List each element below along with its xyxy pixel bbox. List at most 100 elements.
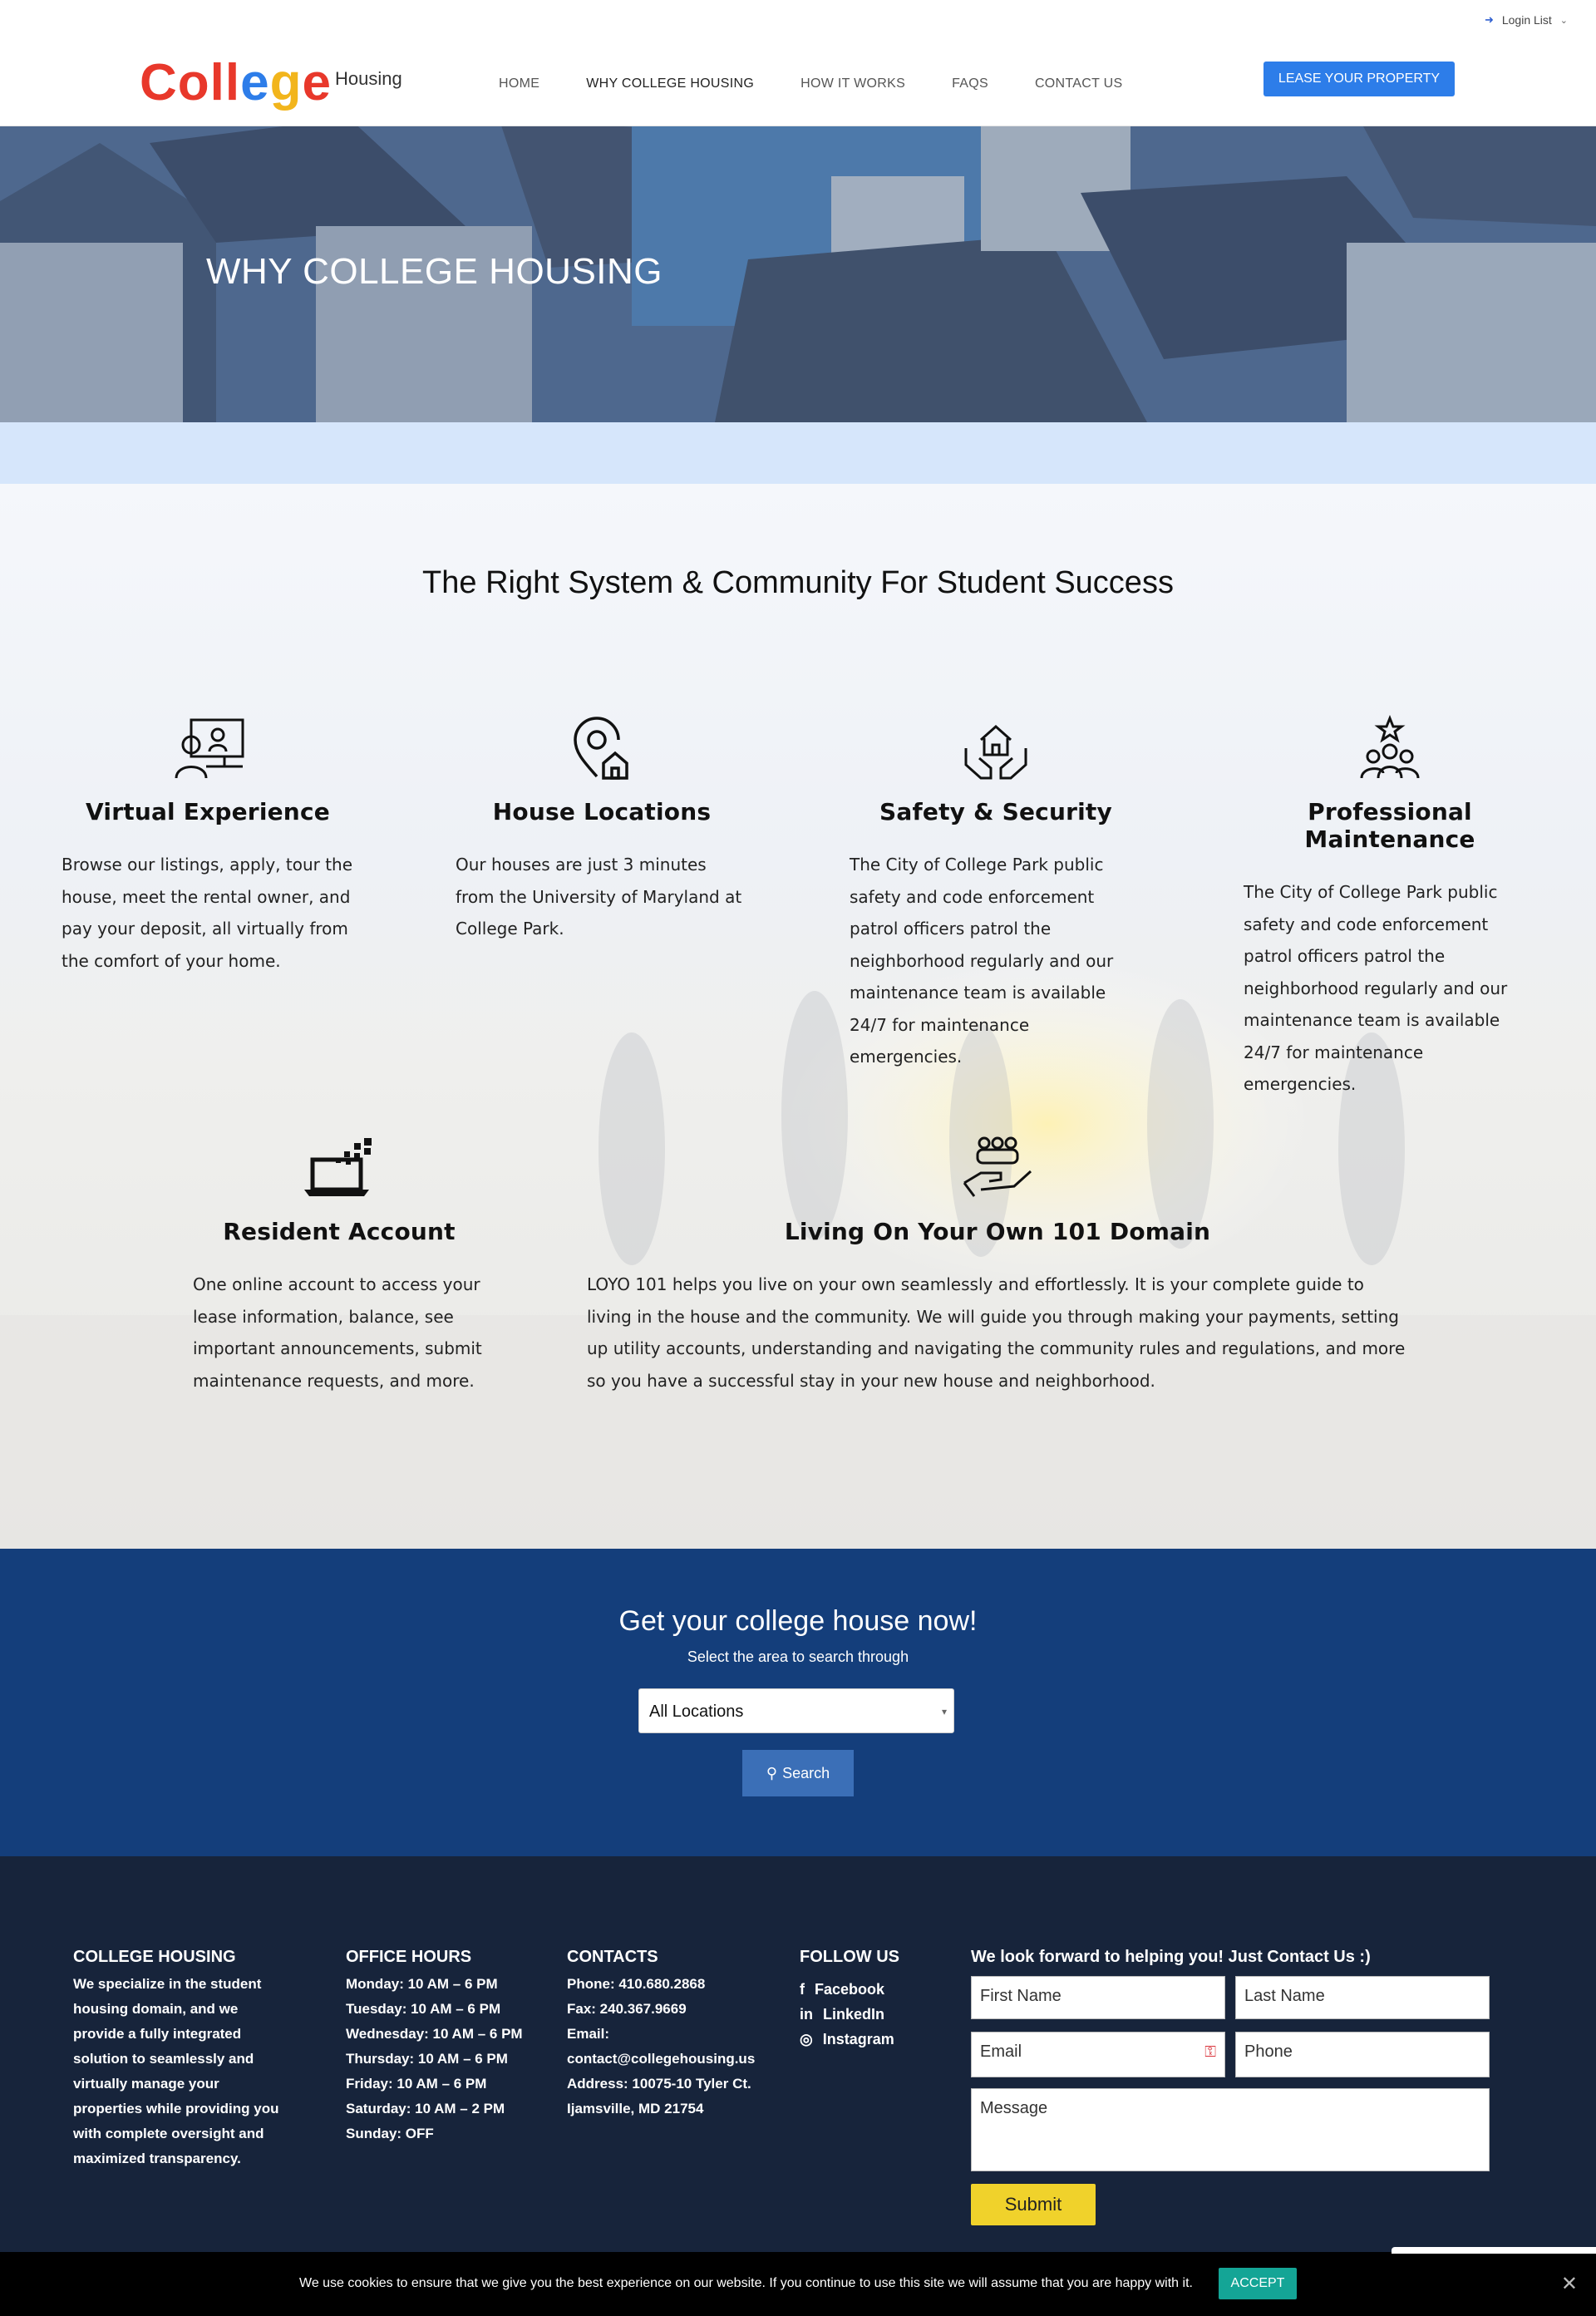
login-list-menu[interactable]: ➜ Login List ⌄: [1485, 13, 1568, 27]
nav-contact-us[interactable]: CONTACT US: [1035, 76, 1123, 91]
message-field[interactable]: Message: [971, 2088, 1490, 2171]
feature-title: Living On Your Own 101 Domain: [784, 1218, 1211, 1245]
login-icon: ➜: [1484, 13, 1494, 26]
page-title: WHY COLLEGE HOUSING: [206, 251, 663, 292]
house-hands-icon: [954, 715, 1037, 781]
footer-text-line: with complete oversight and: [73, 2126, 264, 2141]
phone-field[interactable]: Phone: [1235, 2032, 1490, 2077]
footer-text-line: We specialize in the student: [73, 1976, 262, 1992]
hours-line: Saturday: 10 AM – 2 PM: [346, 2101, 505, 2116]
contact-form: We look forward to helping you! Just Con…: [971, 1948, 1490, 2225]
instagram-link[interactable]: ◎ Instagram: [800, 2022, 949, 2057]
footer-about: COLLEGE HOUSING We specialize in the stu…: [73, 1948, 298, 2171]
footer-about-title: COLLEGE HOUSING: [73, 1948, 236, 1966]
feature-professional-maintenance: Professional Maintenance The City of Col…: [1244, 714, 1536, 1101]
footer-hours-title: OFFICE HOURS: [346, 1948, 472, 1966]
team-star-icon: [1348, 714, 1431, 781]
top-bar: ➜ Login List ⌄: [0, 0, 1596, 43]
logo-suffix: Housing: [334, 68, 402, 89]
feature-title: Safety & Security: [879, 798, 1112, 825]
logo-word: College: [140, 52, 332, 115]
footer-text-line: properties while providing you: [73, 2101, 279, 2116]
lease-property-button[interactable]: LEASE YOUR PROPERTY: [1264, 62, 1455, 96]
footer-follow: FOLLOW US f Facebook in LinkedIn ◎ Instagra…: [800, 1948, 949, 2057]
location-select-value: All Locations: [649, 1703, 744, 1721]
laptop-icon: [298, 1135, 381, 1201]
logo-letter: o: [177, 54, 210, 111]
feature-text: LOYO 101 helps you live on your own seam…: [587, 1274, 1406, 1391]
hours-line: Wednesday: 10 AM – 6 PM: [346, 2026, 523, 2042]
cookie-accept-button[interactable]: ACCEPT: [1219, 2268, 1297, 2299]
features-section: The Right System & Community For Student…: [0, 484, 1596, 1549]
feature-house-locations: House Locations Our houses are just 3 mi…: [456, 715, 748, 945]
contact-form-title: We look forward to helping you! Just Con…: [971, 1948, 1371, 1966]
feature-text: One online account to access your lease …: [193, 1274, 482, 1391]
contact-address: Address: 10075-10 Tyler Ct.: [567, 2076, 751, 2092]
search-button[interactable]: ⚲ Search: [742, 1750, 854, 1796]
site-header: College Housing HOME WHY COLLEGE HOUSING…: [0, 43, 1596, 126]
footer-follow-title: FOLLOW US: [800, 1948, 899, 1966]
hours-line: Monday: 10 AM – 6 PM: [346, 1976, 498, 1992]
last-name-field[interactable]: Last Name: [1235, 1976, 1490, 2019]
logo-letter: l: [209, 54, 225, 111]
feature-text: Browse our listings, apply, tour the hou…: [62, 855, 353, 971]
search-title: Get your college house now!: [618, 1605, 978, 1637]
feature-virtual-experience: Virtual Experience Browse our listings, …: [62, 715, 354, 977]
search-button-label: Search: [782, 1764, 830, 1781]
instagram-label: Instagram: [822, 2031, 894, 2047]
feature-resident-account: Resident Account One online account to a…: [193, 1135, 485, 1397]
light-blue-band: [0, 422, 1596, 484]
submit-button[interactable]: Submit: [971, 2184, 1096, 2225]
email-field[interactable]: Email ⚿: [971, 2032, 1225, 2077]
contact-phone: Phone: 410.680.2868: [567, 1976, 706, 1992]
features-heading: The Right System & Community For Student…: [422, 565, 1174, 600]
nav-how-it-works[interactable]: HOW IT WORKS: [800, 76, 905, 91]
cookie-text: We use cookies to ensure that we give yo…: [299, 2276, 1193, 2290]
logo-letter: e: [302, 54, 332, 111]
community-hand-icon: [956, 1135, 1039, 1201]
feature-title: Resident Account: [223, 1218, 456, 1245]
logo-letter: l: [224, 54, 241, 111]
feature-loyo-101: Living On Your Own 101 Domain LOYO 101 h…: [587, 1135, 1408, 1397]
footer-text-line: virtually manage your: [73, 2076, 219, 2092]
hours-line: Tuesday: 10 AM – 6 PM: [346, 2001, 501, 2017]
close-icon[interactable]: ✕: [1561, 2272, 1578, 2296]
instagram-icon: ◎: [800, 2031, 813, 2047]
feature-text: The City of College Park public safety a…: [850, 855, 1114, 1067]
logo-letter: C: [140, 54, 178, 111]
first-name-field[interactable]: First Name: [971, 1976, 1225, 2019]
chevron-down-icon: ▾: [941, 1706, 947, 1717]
location-home-icon: [560, 715, 643, 781]
site-logo[interactable]: College Housing: [140, 52, 402, 115]
hours-line: Sunday: OFF: [346, 2126, 434, 2141]
nav-faqs[interactable]: FAQS: [952, 76, 988, 91]
footer-text-line: maximized transparency.: [73, 2151, 241, 2166]
logo-letter: e: [240, 54, 270, 111]
cookie-banner: We use cookies to ensure that we give yo…: [0, 2247, 1596, 2316]
location-select[interactable]: All Locations ▾: [638, 1688, 954, 1733]
contact-email-link[interactable]: contact@collegehousing.us: [567, 2047, 783, 2072]
email-field-placeholder: Email: [980, 2043, 1022, 2061]
main-nav: HOME WHY COLLEGE HOUSING HOW IT WORKS FA…: [499, 76, 1122, 91]
footer-contacts-title: CONTACTS: [567, 1948, 658, 1966]
badge-tab: [1392, 2247, 1596, 2254]
footer-text-line: solution to seamlessly and: [73, 2051, 254, 2067]
search-subtitle: Select the area to search through: [687, 1648, 909, 1665]
footer-text-line: provide a fully integrated: [73, 2026, 242, 2042]
search-icon: ⚲: [766, 1764, 778, 1781]
feature-title: House Locations: [492, 798, 712, 825]
nav-home[interactable]: HOME: [499, 76, 539, 91]
login-label: Login List: [1501, 13, 1552, 27]
feature-title: Virtual Experience: [86, 798, 330, 825]
contact-address-city: Ijamsville, MD 21754: [567, 2101, 704, 2116]
contact-email-label: Email:: [567, 2026, 610, 2042]
nav-why-college-housing[interactable]: WHY COLLEGE HOUSING: [586, 76, 754, 91]
hours-line: Thursday: 10 AM – 6 PM: [346, 2051, 508, 2067]
feature-text: The City of College Park public safety a…: [1244, 882, 1508, 1094]
feature-text: Our houses are just 3 minutes from the U…: [456, 855, 742, 939]
contact-fax: Fax: 240.367.9669: [567, 2001, 687, 2017]
footer-office-hours: OFFICE HOURS Monday: 10 AM – 6 PM Tuesda…: [346, 1948, 554, 2146]
presentation-icon: [166, 715, 249, 781]
footer-contacts: CONTACTS Phone: 410.680.2868 Fax: 240.36…: [567, 1948, 783, 2121]
password-manager-icon[interactable]: ⚿: [1204, 2043, 1216, 2061]
